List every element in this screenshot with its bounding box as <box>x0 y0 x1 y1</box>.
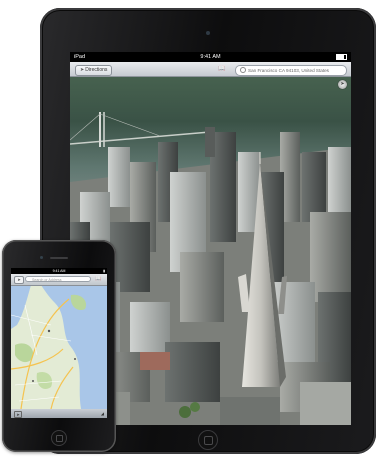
directions-label: Directions <box>85 66 108 73</box>
directions-arrow-icon: ➤ <box>80 66 85 73</box>
page-curl-icon[interactable]: ◢ <box>101 411 104 417</box>
bookmarks-icon[interactable]: 📖 <box>217 66 227 73</box>
search-icon <box>240 66 246 73</box>
iphone-speaker <box>50 257 68 259</box>
iphone-search-placeholder: Search or Address <box>32 278 62 282</box>
iphone-search-input[interactable]: Search or Address <box>25 276 91 282</box>
compass-icon[interactable]: ➤ <box>338 80 347 89</box>
iphone-map-toolbar: ➤ ◢ <box>11 409 107 418</box>
iphone-bookmarks-icon[interactable]: 📖 <box>95 276 101 283</box>
status-time: 9:41 AM <box>200 54 221 60</box>
search-input[interactable]: San Francisco CA 94103, United States <box>235 64 347 76</box>
iphone-camera <box>40 256 43 259</box>
locate-me-icon[interactable]: ➤ <box>14 410 22 418</box>
ipad-status-bar: iPad 9:41 AM <box>70 52 351 62</box>
search-value: San Francisco CA 94103, United States <box>248 67 329 73</box>
iphone-directions-icon[interactable]: ➤ <box>14 276 24 284</box>
iphone-device: 9:41 AM ▮ ➤ Search or Address 📖 ➤ ◢ <box>2 240 116 452</box>
directions-button[interactable]: ➤Directions <box>75 64 113 76</box>
iphone-screen: 9:41 AM ▮ ➤ Search or Address 📖 ➤ ◢ <box>11 268 107 418</box>
ipad-home-button[interactable] <box>198 430 218 450</box>
iphone-map-view[interactable] <box>11 285 107 409</box>
iphone-home-button[interactable] <box>51 430 67 446</box>
iphone-nav-bar: ➤ Search or Address 📖 <box>11 274 107 286</box>
maps-nav-bar: ➤Directions 📖 San Francisco CA 94103, Un… <box>70 62 351 77</box>
battery-icon <box>336 52 347 62</box>
ipad-camera <box>206 31 210 35</box>
bay-bridge <box>70 112 211 147</box>
